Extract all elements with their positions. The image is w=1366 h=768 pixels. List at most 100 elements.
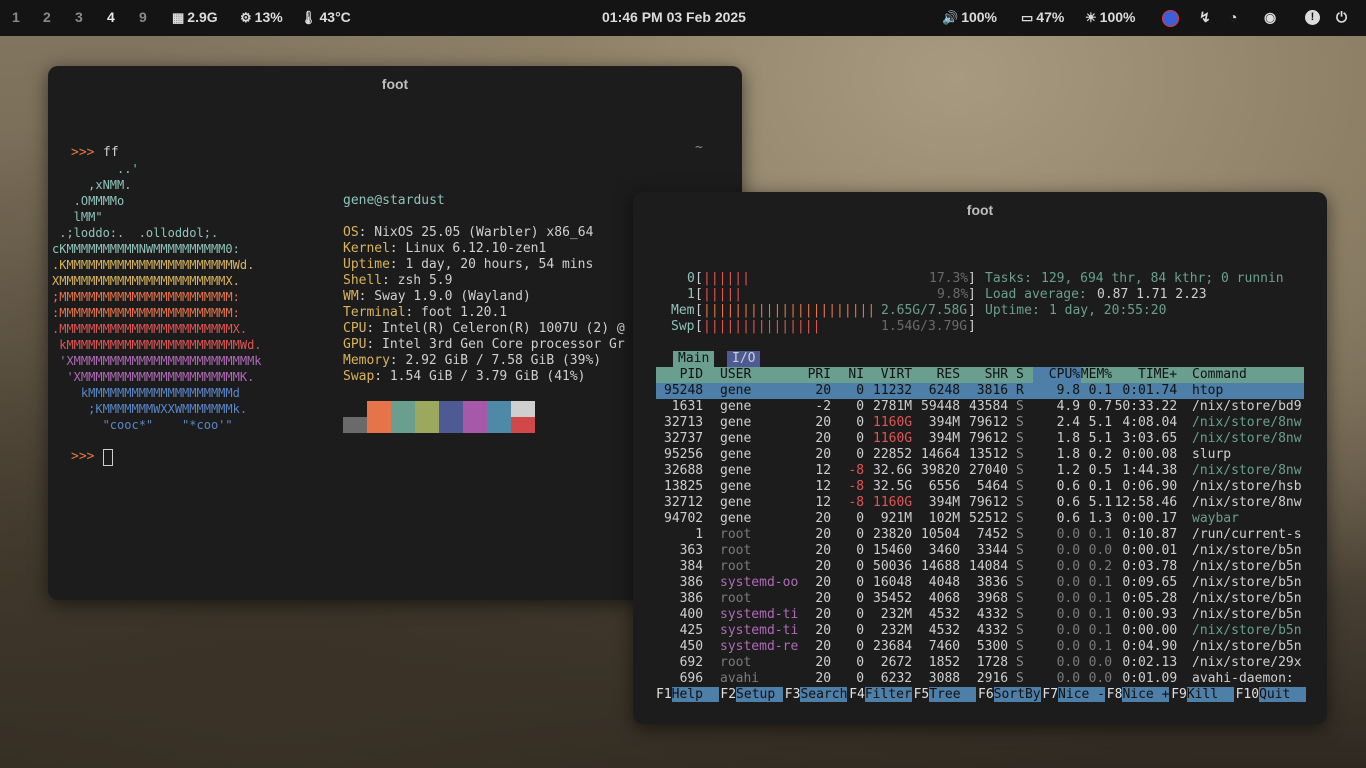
function-key-label: Quit <box>1259 687 1307 702</box>
table-cell: 20 <box>815 447 832 462</box>
table-cell: 0 <box>856 511 865 526</box>
battery-value: 47% <box>1036 9 1065 25</box>
function-key-f2[interactable]: F2Setup <box>720 687 784 703</box>
table-cell: 0.2 <box>1088 447 1113 462</box>
volume-widget[interactable]: 🔊 100% <box>942 9 997 26</box>
function-key-code: F8 <box>1106 687 1123 702</box>
table-cell: 1.8 <box>1056 431 1081 446</box>
table-cell: 3:03.65 <box>1122 431 1178 446</box>
battery-widget[interactable]: ▭ 47% <box>1021 9 1064 26</box>
function-key-f5[interactable]: F5Tree <box>914 687 977 703</box>
table-cell: 425 <box>679 623 704 638</box>
column-header[interactable]: MEM% <box>1081 367 1112 383</box>
user-host: gene@stardust <box>343 193 445 208</box>
column-header[interactable]: SHR <box>985 367 1008 383</box>
cpu-widget[interactable]: ⚙ 13% <box>240 9 283 26</box>
cpu1-bar: ||||| <box>703 287 743 302</box>
workspace-3[interactable]: 3 <box>75 9 83 25</box>
table-cell: 0 <box>856 591 865 606</box>
table-cell: /nix/store/8nw <box>1192 431 1302 446</box>
sun-icon: ☀ <box>1085 10 1097 25</box>
workspace-4[interactable]: 4 <box>107 9 115 25</box>
table-cell: 14664 <box>921 447 961 462</box>
table-cell: 52512 <box>969 511 1009 526</box>
palette-swatch <box>415 401 439 417</box>
table-cell: 692 <box>679 655 704 670</box>
column-header[interactable]: RES <box>937 367 960 383</box>
column-header[interactable]: NI <box>848 367 864 383</box>
function-key-f4[interactable]: F4Filter <box>849 687 912 703</box>
column-header[interactable]: CPU% <box>1049 367 1080 383</box>
logo-line: .MMMMMMMMMMMMMMMMMMMMMMMMX. <box>52 322 248 336</box>
table-cell: R <box>1016 383 1024 398</box>
table-cell: /nix/store/b5n <box>1192 607 1302 622</box>
eye-off-icon[interactable]: ◉ <box>1264 9 1276 26</box>
table-cell: 4:08.04 <box>1122 415 1178 430</box>
workspace-1[interactable]: 1 <box>12 9 20 25</box>
table-cell: 5.1 <box>1088 415 1113 430</box>
memory-widget[interactable]: ▦ 2.9G <box>172 9 218 26</box>
table-cell: S <box>1016 479 1024 494</box>
function-key-f6[interactable]: F6SortBy <box>978 687 1041 703</box>
table-cell: 23684 <box>873 639 913 654</box>
workspace-2[interactable]: 2 <box>43 9 51 25</box>
column-header[interactable]: VIRT <box>881 367 912 383</box>
tab-main[interactable]: Main <box>673 351 715 367</box>
table-cell: 0.0 <box>1056 607 1081 622</box>
table-cell: 0:05.28 <box>1122 591 1178 606</box>
table-cell: 232M <box>880 623 913 638</box>
function-key-f10[interactable]: F10Quit <box>1236 687 1307 703</box>
palette-swatch <box>343 401 367 417</box>
palette-swatch <box>391 401 415 417</box>
table-cell: 79612 <box>969 431 1009 446</box>
load-label: Load average: <box>985 287 1087 302</box>
swap-value: 1.54G/3.79G <box>881 319 968 334</box>
info-value: : foot 1.20.1 <box>405 305 508 320</box>
temperature-widget[interactable]: 🌡 43°C <box>300 9 351 26</box>
table-cell: 0.0 <box>1056 559 1081 574</box>
function-key-code: F7 <box>1042 687 1059 702</box>
mem-bar: |||||||||||||||||||||| <box>703 303 876 318</box>
power-icon[interactable]: ⏻ <box>1336 9 1347 26</box>
info-value: : zsh 5.9 <box>382 273 453 288</box>
table-cell: 32712 <box>664 495 704 510</box>
column-header[interactable]: PRI <box>808 367 831 383</box>
palette-swatch <box>487 401 511 417</box>
clock[interactable]: 01:46 PM 03 Feb 2025 <box>602 9 746 25</box>
table-cell: 32688 <box>664 463 704 478</box>
table-cell: 32713 <box>664 415 704 430</box>
function-key-f8[interactable]: F8Nice + <box>1107 687 1170 703</box>
function-key-f3[interactable]: F3Search <box>785 687 848 703</box>
table-cell: 0.6 <box>1056 495 1081 510</box>
brightness-widget[interactable]: ☀ 100% <box>1085 9 1135 26</box>
column-header[interactable]: USER <box>720 367 751 383</box>
table-cell: 3344 <box>976 543 1009 558</box>
workspace-9[interactable]: 9 <box>139 9 147 25</box>
table-cell: -8 <box>848 479 865 494</box>
tab-io[interactable]: I/O <box>727 351 761 367</box>
info-key: Kernel <box>343 241 390 256</box>
keyboard-layout-icon[interactable]: ↯ <box>1199 9 1211 26</box>
column-header[interactable]: S <box>1016 367 1024 383</box>
notification-icon[interactable]: ! <box>1305 10 1320 25</box>
function-key-f1[interactable]: F1Help <box>656 687 719 703</box>
table-cell: 0:09.65 <box>1122 575 1178 590</box>
function-key-code: F5 <box>913 687 930 702</box>
column-header[interactable]: TIME+ <box>1138 367 1177 383</box>
table-cell: 1.8 <box>1056 447 1081 462</box>
column-header[interactable]: PID <box>680 367 703 383</box>
table-cell: 50036 <box>873 559 913 574</box>
column-header[interactable]: Command <box>1192 367 1247 383</box>
speaker-icon: 🔊 <box>942 10 959 25</box>
wifi-icon[interactable]: ◔ <box>1229 9 1237 25</box>
table-cell: 2672 <box>880 655 913 670</box>
load-value: 0.87 1.71 2.23 <box>1097 287 1207 302</box>
logo-line: kMMMMMMMMMMMMMMMMMMMMd <box>52 386 240 400</box>
table-cell: 3968 <box>976 591 1009 606</box>
table-cell: 0.1 <box>1088 623 1113 638</box>
flag-tray-icon[interactable] <box>1162 10 1179 27</box>
function-key-f7[interactable]: F7Nice - <box>1042 687 1106 703</box>
table-cell: 1631 <box>671 399 704 414</box>
function-key-f9[interactable]: F9Kill <box>1171 687 1234 703</box>
table-cell: S <box>1016 623 1024 638</box>
